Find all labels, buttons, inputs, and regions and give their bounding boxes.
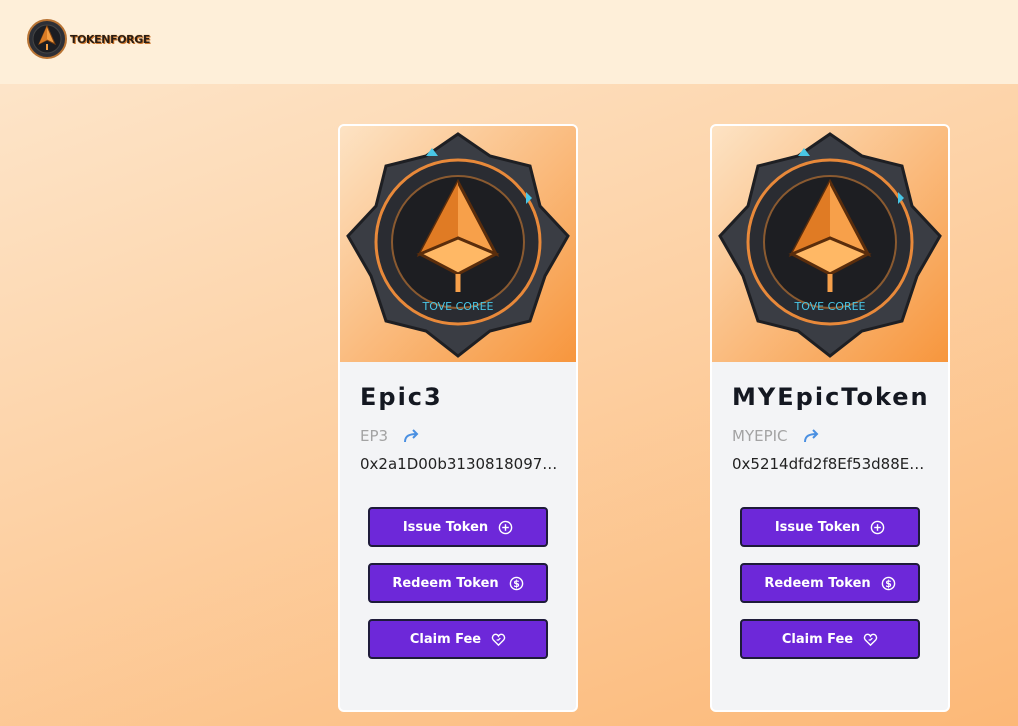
dollar-circle-icon: $ — [509, 576, 523, 590]
plus-circle-icon — [498, 520, 513, 534]
token-card: TOVE COREE MYEpicToken MYEPIC 0x5214dfd2… — [710, 124, 950, 712]
claim-fee-label: Claim Fee — [409, 631, 482, 647]
token-address[interactable]: 0x2a1D00b31308180970… — [360, 455, 558, 473]
token-name: MYEpicToken — [732, 383, 930, 411]
svg-text:TOVE COREE: TOVE COREE — [421, 300, 493, 313]
svg-text:$: $ — [513, 578, 520, 589]
claim-fee-button[interactable]: Claim Fee — [368, 619, 548, 659]
share-arrow-icon[interactable] — [402, 426, 422, 446]
heart-hand-icon — [491, 633, 506, 646]
redeem-token-button[interactable]: Redeem Token $ — [368, 563, 548, 603]
token-emblem-image: TOVE COREE — [712, 126, 948, 362]
token-card: TOVE COREE Epic3 EP3 0x2a1D00b3130818097… — [338, 124, 578, 712]
issue-token-button[interactable]: Issue Token — [740, 507, 920, 547]
redeem-token-button[interactable]: Redeem Token $ — [740, 563, 920, 603]
issue-token-button[interactable]: Issue Token — [368, 507, 548, 547]
token-address[interactable]: 0x5214dfd2f8Ef53d88E4… — [732, 455, 930, 473]
top-header: TOKENFORGE — [0, 0, 1018, 84]
dollar-circle-icon: $ — [881, 576, 895, 590]
app-logo[interactable]: TOKENFORGE — [26, 18, 150, 60]
token-symbol: EP3 — [360, 427, 389, 445]
redeem-token-label: Redeem Token — [764, 575, 871, 591]
issue-token-label: Issue Token — [774, 519, 861, 535]
logo-badge-icon — [27, 19, 67, 59]
share-arrow-icon[interactable] — [802, 426, 822, 446]
claim-fee-button[interactable]: Claim Fee — [740, 619, 920, 659]
redeem-token-label: Redeem Token — [392, 575, 499, 591]
token-symbol: MYEPIC — [732, 427, 788, 445]
svg-text:$: $ — [885, 578, 892, 589]
svg-text:TOVE COREE: TOVE COREE — [793, 300, 865, 313]
plus-circle-icon — [870, 520, 885, 534]
logo-text: TOKENFORGE — [70, 32, 150, 46]
token-emblem-image: TOVE COREE — [340, 126, 576, 362]
issue-token-label: Issue Token — [402, 519, 489, 535]
claim-fee-label: Claim Fee — [781, 631, 854, 647]
heart-hand-icon — [863, 633, 878, 646]
token-name: Epic3 — [360, 383, 443, 411]
